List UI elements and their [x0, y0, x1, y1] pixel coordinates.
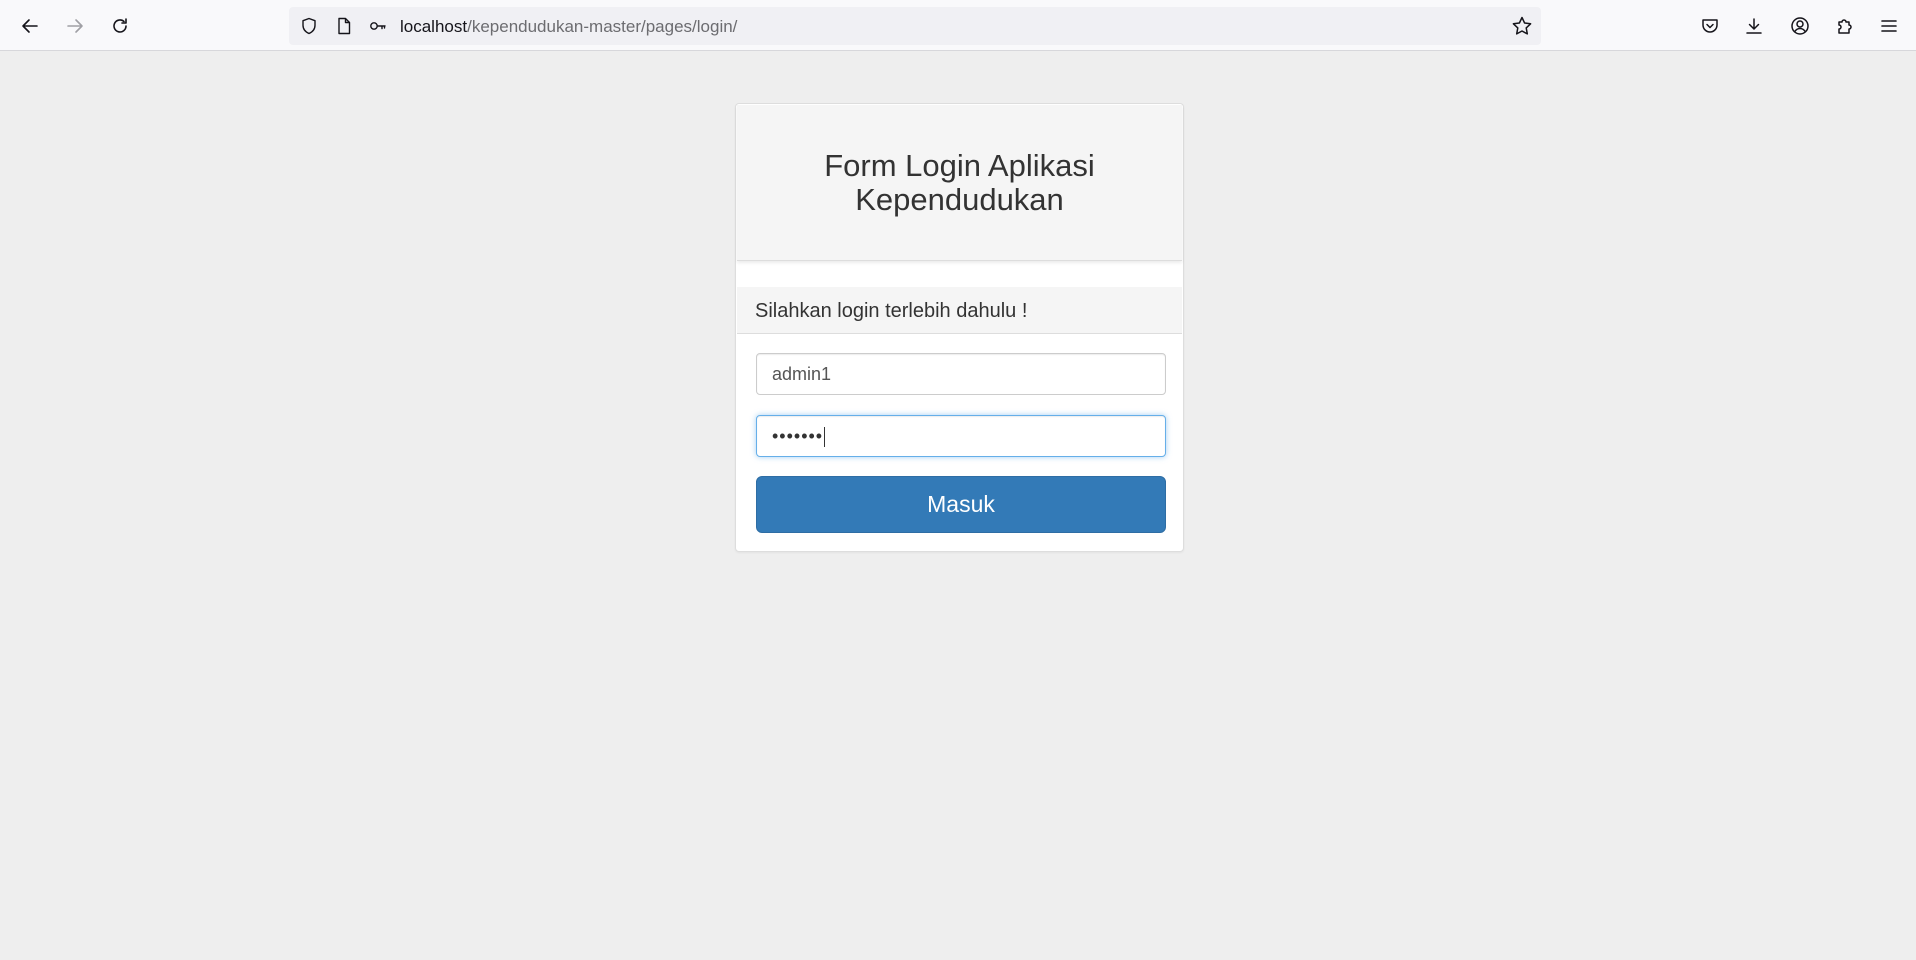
- downloads-button[interactable]: [1738, 10, 1770, 42]
- account-icon: [1791, 17, 1809, 35]
- star-icon[interactable]: [1511, 15, 1533, 37]
- puzzle-icon: [1838, 19, 1852, 34]
- username-input[interactable]: admin1: [756, 353, 1166, 395]
- forward-button[interactable]: [59, 10, 91, 42]
- download-icon: [1746, 18, 1762, 34]
- url-bar[interactable]: localhost/kependudukan-master/pages/logi…: [289, 7, 1541, 45]
- extensions-button[interactable]: [1829, 10, 1861, 42]
- url-path: /kependudukan-master/pages/login/: [467, 17, 738, 36]
- back-button[interactable]: [14, 10, 46, 42]
- page-icon[interactable]: [334, 16, 354, 36]
- page-title: Form Login Aplikasi Kependudukan: [824, 147, 1095, 217]
- browser-toolbar: localhost/kependudukan-master/pages/logi…: [0, 0, 1916, 51]
- password-input[interactable]: •••••••: [756, 415, 1166, 457]
- reload-button[interactable]: [104, 10, 136, 42]
- hamburger-menu-icon: [1881, 20, 1897, 32]
- menu-button[interactable]: [1873, 10, 1905, 42]
- pocket-button[interactable]: [1694, 10, 1726, 42]
- login-button[interactable]: Masuk: [756, 476, 1166, 533]
- url-text[interactable]: localhost/kependudukan-master/pages/logi…: [400, 17, 737, 37]
- text-caret: [824, 427, 826, 448]
- key-icon[interactable]: [368, 16, 388, 36]
- username-value: admin1: [772, 364, 832, 384]
- account-button[interactable]: [1784, 10, 1816, 42]
- login-header: Form Login Aplikasi Kependudukan: [737, 105, 1182, 261]
- reload-icon: [113, 18, 127, 33]
- url-host: localhost: [400, 17, 468, 36]
- login-subtitle: Silahkan login terlebih dahulu !: [737, 287, 1182, 334]
- login-card: Form Login Aplikasi Kependudukan Silahka…: [735, 103, 1184, 552]
- arrow-right-icon: [67, 19, 83, 33]
- pocket-icon: [1702, 19, 1718, 33]
- arrow-left-icon: [22, 19, 38, 33]
- shield-icon[interactable]: [299, 16, 319, 36]
- password-value: •••••••: [772, 426, 824, 446]
